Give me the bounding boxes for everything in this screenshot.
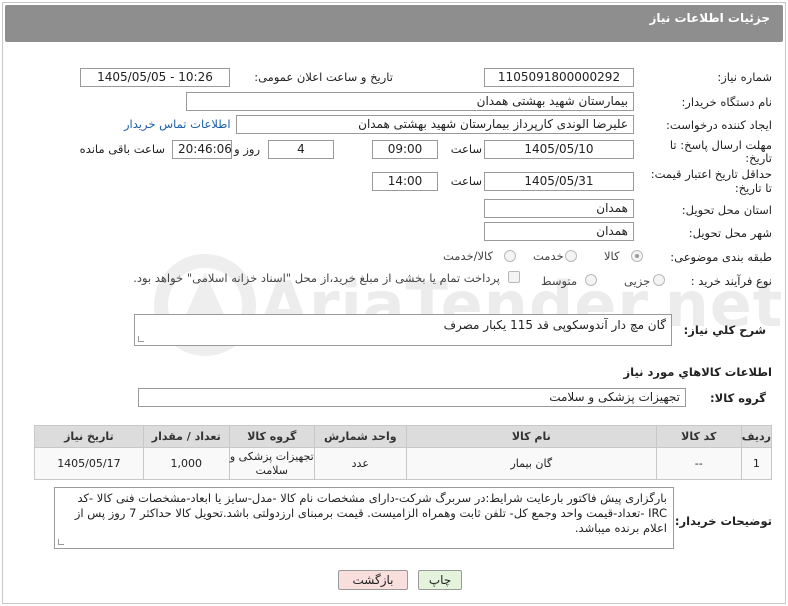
goods-table: ردیف کد کالا نام کالا واحد شمارش گروه کا…	[34, 425, 773, 480]
category-radio-goods[interactable]	[631, 250, 643, 262]
cell-group: تجهیزات پزشکی و سلامت	[228, 447, 315, 480]
buyer-notes-label: توضیحات خریدار:	[674, 514, 772, 528]
col-group: گروه کالا	[228, 425, 315, 448]
validity-date-field: 1405/05/31	[484, 172, 634, 191]
goods-group-field: تجهیزات پزشکی و سلامت	[138, 388, 686, 407]
deadline-time-field: 09:00	[372, 140, 438, 159]
remaining-days-field: 4	[268, 140, 334, 159]
deadline-label-2: تاریخ:	[745, 151, 772, 165]
deadline-label-1: مهلت ارسال پاسخ: تا	[669, 138, 772, 152]
col-qty: تعداد / مقدار	[142, 425, 230, 448]
days-label: روز و	[234, 142, 260, 156]
creator-field: علیرضا الوندی کارپرداز بیمارستان شهید به…	[236, 115, 634, 134]
category-radio-service[interactable]	[565, 250, 577, 262]
process-label: نوع فرآیند خرید :	[690, 274, 772, 288]
cell-unit: عدد	[313, 447, 407, 480]
description-field: گان مچ دار آندوسکوپی قد 115 یکبار مصرف	[134, 314, 672, 346]
process-option-medium: متوسط	[541, 274, 578, 288]
buyer-org-label: نام دستگاه خریدار:	[681, 95, 772, 109]
category-radio-both[interactable]	[504, 250, 516, 262]
announce-date-field: 1405/05/05 - 10:26	[80, 68, 230, 87]
validity-label-1: حداقل تاریخ اعتبار قیمت:	[650, 167, 772, 181]
goods-group-label: گروه کالا:	[710, 391, 766, 405]
buyer-notes-text: بارگزاری پیش فاکتور بارعایت شرایط:در سرب…	[74, 491, 667, 535]
category-label: طبقه بندی موضوعی:	[670, 250, 772, 264]
buyer-org-field: بیمارستان شهید بهشتی همدان	[186, 92, 634, 111]
process-option-minor: جزیی	[624, 274, 651, 288]
need-number-label: شماره نیاز:	[717, 70, 772, 84]
process-radio-minor[interactable]	[653, 274, 665, 286]
cell-qty: 1,000	[142, 447, 230, 480]
province-label: استان محل تحویل:	[681, 203, 772, 217]
goods-info-title: اطلاعات کالاهاي مورد نياز	[623, 365, 772, 379]
page-title: جزئیات اطلاعات نیاز	[649, 11, 770, 25]
treasury-payment-checkbox[interactable]	[508, 271, 520, 283]
deadline-time-label: ساعت	[450, 142, 482, 156]
category-option-goods: کالا	[604, 249, 620, 263]
description-text: گان مچ دار آندوسکوپی قد 115 یکبار مصرف	[443, 318, 666, 332]
announce-date-label: تاریخ و ساعت اعلان عمومی:	[254, 70, 393, 84]
buyer-contact-link[interactable]: اطلاعات تماس خریدار	[124, 117, 231, 131]
city-label: شهر محل تحویل:	[688, 226, 772, 240]
validity-time-field: 14:00	[372, 172, 438, 191]
buyer-notes-field: بارگزاری پیش فاکتور بارعایت شرایط:در سرب…	[54, 487, 674, 549]
resize-handle-icon[interactable]	[58, 539, 64, 545]
col-row: ردیف	[740, 425, 773, 448]
cell-date: 1405/05/17	[34, 447, 144, 480]
print-button[interactable]: چاپ	[418, 570, 462, 590]
category-option-service: خدمت	[533, 249, 564, 263]
need-number-field: 1105091800000292	[484, 68, 634, 87]
remaining-time-label: ساعت باقی مانده	[79, 142, 165, 156]
cell-name: گان بیمار	[405, 447, 657, 480]
table-header-row: ردیف کد کالا نام کالا واحد شمارش گروه کا…	[34, 425, 773, 448]
province-field: همدان	[484, 199, 634, 218]
category-option-both: کالا/خدمت	[443, 249, 494, 263]
back-button[interactable]: بازگشت	[338, 570, 408, 590]
cell-code: --	[655, 447, 742, 480]
cell-row: 1	[740, 447, 773, 480]
creator-label: ایجاد کننده درخواست:	[666, 118, 772, 132]
col-date: تاریخ نیاز	[34, 425, 144, 448]
validity-time-label: ساعت	[450, 174, 482, 188]
city-field: همدان	[484, 222, 634, 241]
remaining-time-field: 20:46:06	[172, 140, 232, 159]
process-radio-medium[interactable]	[585, 274, 597, 286]
col-name: نام کالا	[405, 425, 657, 448]
table-row: 1 -- گان بیمار عدد تجهیزات پزشکی و سلامت…	[34, 447, 773, 480]
deadline-date-field: 1405/05/10	[484, 140, 634, 159]
resize-handle-icon[interactable]	[138, 336, 144, 342]
description-label: شرح کلي نياز:	[683, 323, 766, 337]
col-code: کد کالا	[655, 425, 742, 448]
treasury-payment-note: پرداخت تمام یا بخشی از مبلغ خرید،از محل …	[133, 271, 500, 285]
validity-label-2: تا تاریخ:	[734, 181, 772, 195]
col-unit: واحد شمارش	[313, 425, 407, 448]
